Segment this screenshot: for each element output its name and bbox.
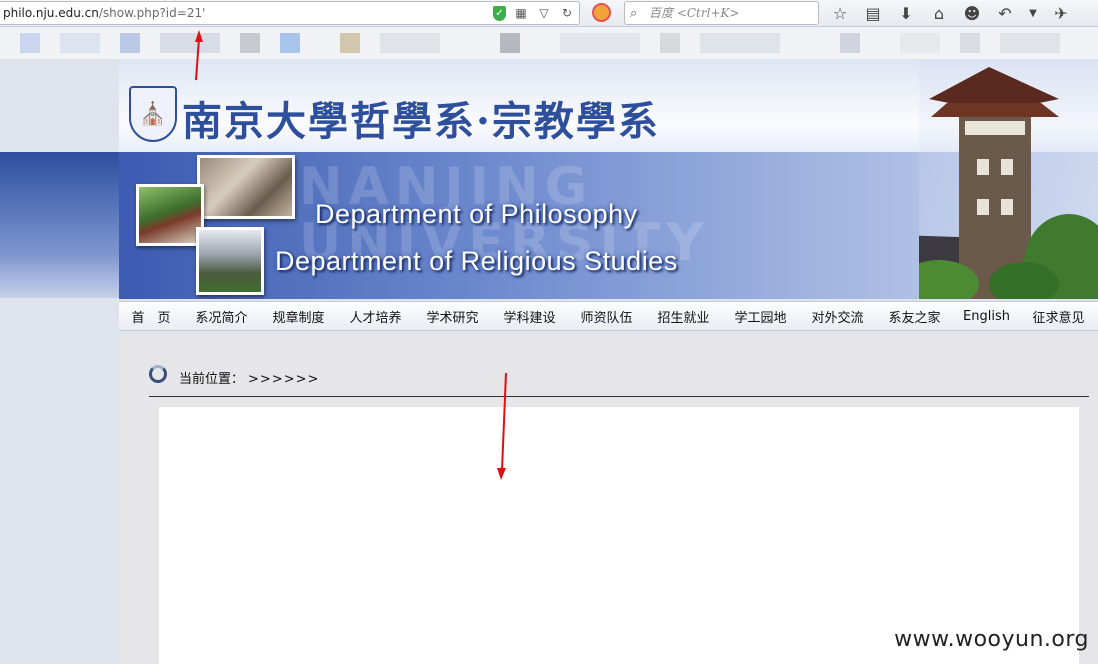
- nav-item-discipline[interactable]: 学科建设: [491, 307, 568, 326]
- university-seal-logo: ⛪: [129, 86, 177, 142]
- campus-photo-2: [136, 184, 204, 246]
- undo-icon[interactable]: ↶: [995, 3, 1015, 23]
- nav-item-admissions[interactable]: 招生就业: [645, 307, 722, 326]
- dropdown-icon[interactable]: ▼: [1028, 3, 1038, 23]
- reading-list-icon[interactable]: ▤: [863, 3, 883, 23]
- campus-photo-3: [196, 227, 264, 295]
- url-dropdown-icon[interactable]: ▽: [536, 5, 552, 21]
- left-margin: [0, 59, 119, 664]
- nav-item-feedback[interactable]: 征求意见: [1020, 307, 1097, 326]
- nav-item-student-affairs[interactable]: 学工园地: [722, 307, 799, 326]
- breadcrumb: 当前位置： >>>>>>: [179, 368, 319, 387]
- browser-toolbar: philo.nju.edu.cn/show.php?id=21' ✓ ▦ ▽ ↻…: [0, 0, 1098, 27]
- search-placeholder: 百度 <Ctrl+K>: [649, 6, 740, 20]
- article-panel-empty: [159, 407, 1079, 664]
- breadcrumb-trail[interactable]: >>>>>>: [248, 372, 319, 387]
- dept-philosophy-title: Department of Philosophy: [315, 199, 638, 229]
- nav-item-about[interactable]: 系况简介: [183, 307, 260, 326]
- nav-item-research[interactable]: 学术研究: [414, 307, 491, 326]
- adblock-icon[interactable]: [592, 3, 611, 22]
- site-logo-text: 南京大學哲學系·宗教學系: [182, 98, 660, 145]
- nav-item-faculty[interactable]: 师资队伍: [568, 307, 645, 326]
- qr-code-icon[interactable]: ▦: [513, 5, 529, 21]
- breadcrumb-divider: [149, 396, 1089, 397]
- nav-item-regulations[interactable]: 规章制度: [260, 307, 337, 326]
- nav-item-education[interactable]: 人才培养: [337, 307, 414, 326]
- star-icon[interactable]: ☆: [830, 3, 850, 23]
- nav-item-english[interactable]: English: [953, 309, 1020, 324]
- nav-item-exchange[interactable]: 对外交流: [799, 307, 876, 326]
- extension-icon[interactable]: ✈: [1051, 3, 1071, 23]
- download-icon[interactable]: ⬇: [896, 3, 916, 23]
- search-input[interactable]: ⌕ 百度 <Ctrl+K>: [624, 1, 819, 25]
- location-spinner-icon: [149, 365, 167, 383]
- url-bar[interactable]: philo.nju.edu.cn/show.php?id=21' ✓ ▦ ▽ ↻: [0, 1, 580, 25]
- campus-photo-1: [197, 155, 295, 219]
- site-header-banner: NANJING UNIVERSITY ⛪ 南京大學哲學系·宗教學系 Departm…: [119, 59, 1098, 299]
- security-shield-icon[interactable]: ✓: [493, 5, 506, 21]
- main-navigation: 首 页 系况简介 规章制度 人才培养 学术研究 学科建设 师资队伍 招生就业 学…: [119, 301, 1098, 331]
- breadcrumb-label: 当前位置：: [179, 372, 245, 387]
- dept-religious-title: Department of Religious Studies: [275, 246, 678, 276]
- reload-icon[interactable]: ↻: [559, 5, 575, 21]
- nav-item-alumni[interactable]: 系友之家: [876, 307, 953, 326]
- chat-icon[interactable]: ☻: [962, 3, 982, 23]
- url-path: /show.php?id=21': [98, 6, 206, 20]
- nav-item-home[interactable]: 首 页: [119, 307, 183, 326]
- home-icon[interactable]: ⌂: [929, 3, 949, 23]
- bookmarks-bar-obscured: [0, 27, 1098, 59]
- search-icon: ⌕: [630, 6, 638, 21]
- url-domain: philo.nju.edu.cn: [3, 6, 99, 20]
- source-watermark: www.wooyun.org: [894, 627, 1089, 652]
- main-content: 当前位置： >>>>>>: [119, 334, 1098, 664]
- campus-tower-image: [919, 59, 1098, 299]
